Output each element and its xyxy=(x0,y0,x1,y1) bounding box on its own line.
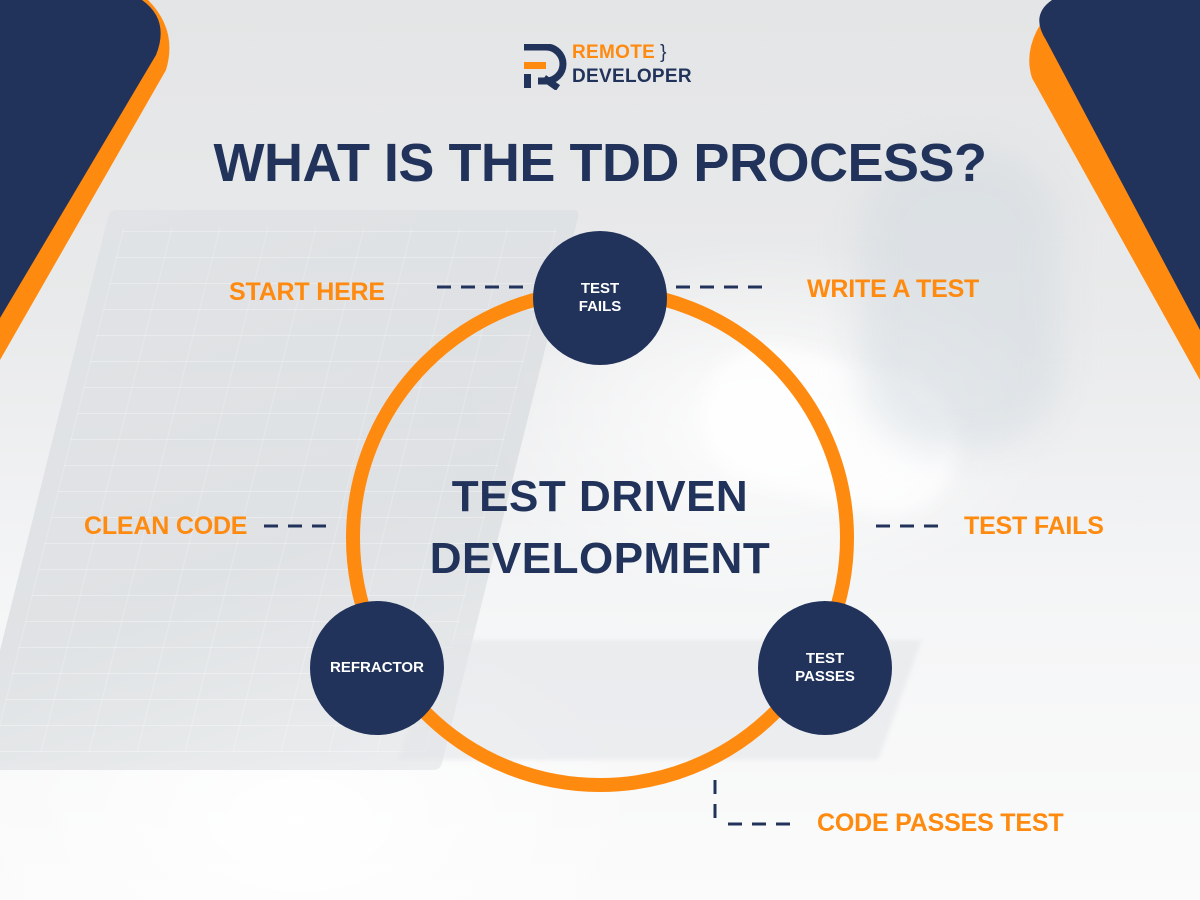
node-test-fails[interactable]: TEST FAILS xyxy=(533,231,667,365)
label-write-a-test: WRITE A TEST xyxy=(807,275,980,303)
node-test-fails-line-1: TEST xyxy=(580,280,620,297)
logo-brace: } xyxy=(660,42,667,63)
node-test-passes[interactable]: TEST PASSES xyxy=(758,601,892,735)
logo-word-developer: DEVELOPER xyxy=(572,66,692,87)
label-clean-code: CLEAN CODE xyxy=(84,512,248,540)
node-test-fails-line-2: FAILS xyxy=(578,298,622,315)
label-code-passes-test: CODE PASSES TEST xyxy=(817,809,1064,837)
cycle-center-title: TEST DRIVEN DEVELOPMENT xyxy=(400,466,800,590)
node-refractor[interactable]: REFRACTOR xyxy=(310,601,444,735)
node-test-passes-line-2: PASSES xyxy=(795,668,855,685)
r-monogram-icon xyxy=(524,44,567,90)
label-start-here: START HERE xyxy=(229,278,385,306)
node-refractor-line-1: REFRACTOR xyxy=(330,659,424,676)
center-line-1: TEST DRIVEN xyxy=(451,472,749,521)
page-title: WHAT IS THE TDD PROCESS? xyxy=(213,133,987,193)
node-test-passes-line-1: TEST xyxy=(805,650,845,667)
logo-text-top: REMOTE} xyxy=(572,42,667,64)
center-line-2: DEVELOPMENT xyxy=(429,534,771,583)
label-test-fails: TEST FAILS xyxy=(964,512,1104,540)
logo-word-remote: REMOTE xyxy=(572,42,656,63)
